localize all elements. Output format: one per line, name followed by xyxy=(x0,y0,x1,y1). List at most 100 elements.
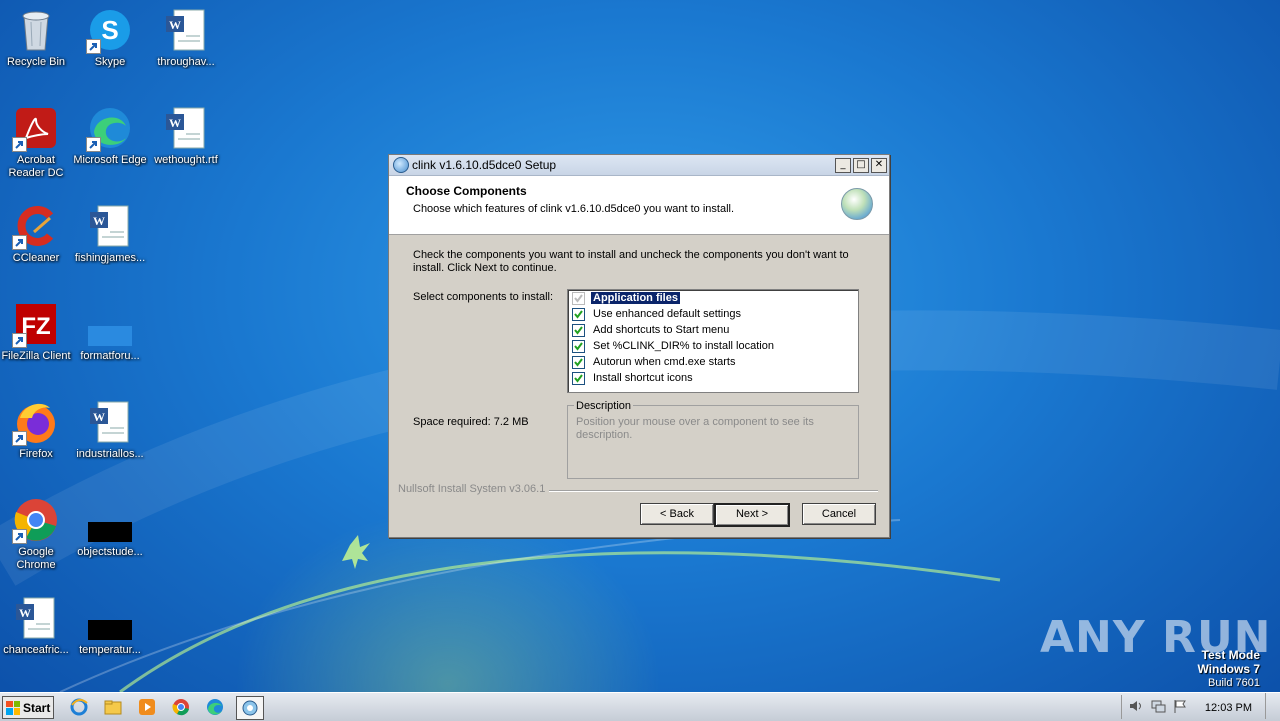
build-line: Build 7601 xyxy=(1208,677,1260,689)
start-button[interactable]: Start xyxy=(2,696,54,719)
minimize-button[interactable]: _ xyxy=(835,157,851,173)
svg-text:S: S xyxy=(101,15,118,45)
checkbox-checked[interactable] xyxy=(572,323,585,337)
shortcut-arrow-icon xyxy=(12,333,27,348)
desktop-icon-label: Recycle Bin xyxy=(6,56,66,68)
back-button[interactable]: < Back xyxy=(640,503,714,525)
maximize-button[interactable]: □ xyxy=(853,157,869,173)
checkbox-checked[interactable] xyxy=(572,355,585,369)
taskbar-media-player[interactable] xyxy=(134,696,160,718)
space-required: Space required: 7.2 MB xyxy=(413,416,529,428)
description-text: Position your mouse over a component to … xyxy=(576,416,814,441)
desktop-icon-label: chanceafric... xyxy=(3,644,69,656)
edge-icon xyxy=(86,104,134,152)
page-title: Choose Components xyxy=(406,184,527,198)
desktop-icon-file[interactable]: objectstude... xyxy=(72,492,148,582)
checkbox-checked[interactable] xyxy=(572,307,585,321)
shortcut-arrow-icon xyxy=(86,137,101,152)
desktop-icon-edge[interactable]: Microsoft Edge xyxy=(72,100,148,190)
taskbar-chrome[interactable] xyxy=(168,696,194,718)
desktop-icon-acrobat[interactable]: Acrobat Reader DC xyxy=(0,100,74,190)
filezilla-icon: FZ xyxy=(12,300,60,348)
component-item[interactable]: Use enhanced default settings xyxy=(568,306,858,322)
desktop-icon-label: industriallos... xyxy=(76,448,144,460)
start-label: Start xyxy=(23,700,51,715)
desktop-icon-label: FileZilla Client xyxy=(1,350,71,362)
dialog-body: Check the components you want to install… xyxy=(389,235,889,535)
cancel-button[interactable]: Cancel xyxy=(802,503,876,525)
component-label: Application files xyxy=(591,292,680,304)
taskbar-explorer[interactable] xyxy=(100,696,126,718)
desktop-icon-document[interactable]: W industriallos... xyxy=(72,394,148,484)
desktop-icon-label: fishingjames... xyxy=(74,252,146,264)
chrome-icon xyxy=(12,496,60,544)
next-button[interactable]: Next > xyxy=(714,503,790,527)
recycle-bin-icon xyxy=(12,6,60,54)
description-group: Description Position your mouse over a c… xyxy=(567,400,859,479)
setup-icon xyxy=(393,157,409,173)
windows-logo-icon xyxy=(6,700,20,715)
component-item[interactable]: Add shortcuts to Start menu xyxy=(568,322,858,338)
component-label: Install shortcut icons xyxy=(593,372,693,384)
network-icon[interactable] xyxy=(1150,698,1166,717)
close-button[interactable]: ✕ xyxy=(871,157,887,173)
explorer-folder-icon xyxy=(104,700,122,715)
shortcut-arrow-icon xyxy=(12,431,27,446)
description-label: Description xyxy=(574,400,634,412)
test-mode-watermark: Test Mode Windows 7 Build 7601 xyxy=(1197,648,1260,690)
black-file-icon xyxy=(86,496,134,544)
firefox-icon xyxy=(12,398,60,446)
show-desktop-button[interactable] xyxy=(1265,693,1280,719)
svg-text:W: W xyxy=(169,18,181,32)
blank-file-icon xyxy=(86,300,134,348)
desktop-icon-label: formatforu... xyxy=(80,350,140,362)
desktop-icon-file[interactable]: temperatur... xyxy=(72,590,148,680)
shortcut-arrow-icon xyxy=(12,529,27,544)
desktop-icon-chrome[interactable]: Google Chrome xyxy=(0,492,74,582)
dialog-titlebar[interactable]: clink v1.6.10.d5dce0 Setup _ □ ✕ xyxy=(389,155,889,176)
desktop-icon-recycle-bin[interactable]: Recycle Bin xyxy=(0,2,74,92)
svg-text:W: W xyxy=(169,116,181,130)
component-item[interactable]: Application files xyxy=(568,290,858,306)
component-item[interactable]: Autorun when cmd.exe starts xyxy=(568,354,858,370)
desktop-icon-filezilla[interactable]: FZ FileZilla Client xyxy=(0,296,74,386)
taskbar-clink-setup[interactable] xyxy=(236,696,264,720)
component-item[interactable]: Install shortcut icons xyxy=(568,370,858,386)
components-list[interactable]: Application files Use enhanced default s… xyxy=(567,289,859,393)
dialog-header: Choose Components Choose which features … xyxy=(389,176,889,235)
desktop-icon-skype[interactable]: S Skype xyxy=(72,2,148,92)
checkbox-checked[interactable] xyxy=(572,371,585,385)
desktop-icon-label: Google Chrome xyxy=(16,546,56,571)
acrobat-icon xyxy=(12,104,60,152)
desktop-icon-document[interactable]: W fishingjames... xyxy=(72,198,148,288)
desktop-icon-label: Firefox xyxy=(19,448,53,460)
page-subtitle: Choose which features of clink v1.6.10.d… xyxy=(413,203,735,215)
svg-text:W: W xyxy=(19,606,31,620)
desktop-icon-firefox[interactable]: Firefox xyxy=(0,394,74,484)
taskbar-internet-explorer[interactable] xyxy=(66,696,92,718)
component-label: Add shortcuts to Start menu xyxy=(593,324,730,336)
skype-icon: S xyxy=(86,6,134,54)
desktop-icon-file[interactable]: formatforu... xyxy=(72,296,148,386)
desktop-icon-document[interactable]: W chanceafric... xyxy=(0,590,74,680)
checkbox-checked-disabled xyxy=(572,291,585,305)
desktop-icon-label: Skype xyxy=(94,56,126,68)
installer-globe-icon xyxy=(841,188,873,220)
checkbox-checked[interactable] xyxy=(572,339,585,353)
desktop-icon-document[interactable]: W wethought.rtf xyxy=(148,100,224,190)
desktop-icon-label: CCleaner xyxy=(12,252,60,264)
intro-text: Check the components you want to install… xyxy=(413,249,849,274)
desktop-icon-ccleaner[interactable]: CCleaner xyxy=(0,198,74,288)
clock[interactable]: 12:03 PM xyxy=(1205,702,1252,714)
desktop-icon-document[interactable]: W throughav... xyxy=(148,2,224,92)
desktop-icon-label: objectstude... xyxy=(77,546,143,558)
taskbar-edge[interactable] xyxy=(202,696,228,718)
desktop-icon-label: throughav... xyxy=(157,56,215,68)
volume-icon[interactable] xyxy=(1128,698,1144,717)
component-item[interactable]: Set %CLINK_DIR% to install location xyxy=(568,338,858,354)
media-player-icon xyxy=(139,699,155,715)
edge-icon xyxy=(207,699,223,715)
setup-dialog: clink v1.6.10.d5dce0 Setup _ □ ✕ Choose … xyxy=(388,154,890,538)
action-center-flag-icon[interactable] xyxy=(1172,698,1188,717)
internet-explorer-icon xyxy=(70,698,88,716)
